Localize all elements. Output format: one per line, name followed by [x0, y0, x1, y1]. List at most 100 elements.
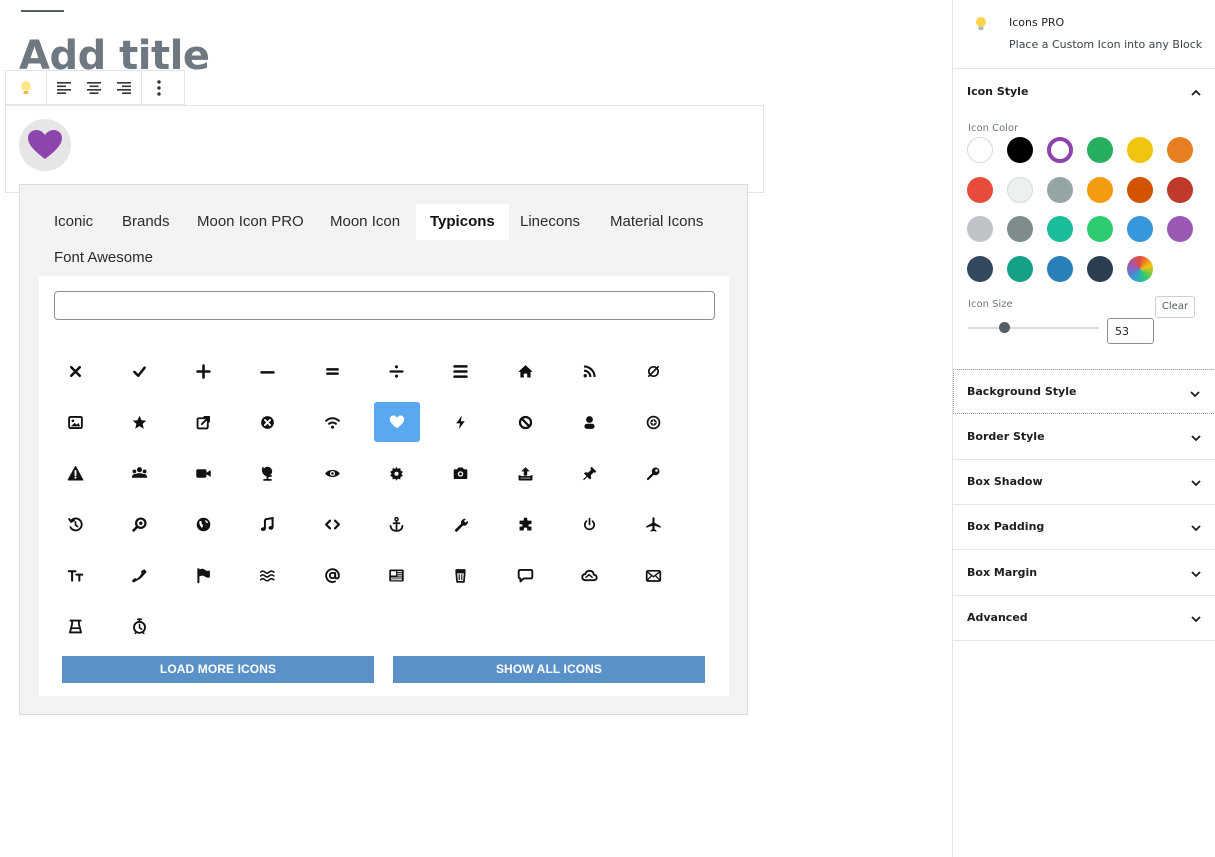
box-padding-panel[interactable]: Box Padding	[953, 504, 1215, 550]
cog-icon[interactable]	[374, 453, 420, 493]
plus-icon[interactable]	[181, 351, 227, 391]
anchor-icon[interactable]	[374, 504, 420, 544]
user-icon[interactable]	[566, 402, 612, 442]
code-icon[interactable]	[309, 504, 355, 544]
color-swatch[interactable]	[1167, 137, 1193, 163]
color-swatch[interactable]	[1007, 137, 1033, 163]
load-more-icons-button[interactable]: LOAD MORE ICONS	[62, 656, 374, 683]
stopwatch-icon[interactable]	[116, 606, 162, 646]
color-swatch[interactable]	[967, 176, 993, 203]
plane-icon[interactable]	[631, 504, 677, 544]
align-left-icon[interactable]	[49, 72, 79, 104]
icon-size-slider[interactable]	[968, 327, 1099, 329]
spanner-icon[interactable]	[438, 504, 484, 544]
color-swatch[interactable]	[1047, 255, 1073, 282]
align-center-icon[interactable]	[79, 72, 109, 104]
color-swatch[interactable]	[1127, 176, 1153, 203]
tab-moon-icon[interactable]: Moon Icon	[316, 204, 414, 240]
puzzle-icon[interactable]	[502, 504, 548, 544]
bulb-icon[interactable]	[6, 72, 46, 104]
align-right-icon[interactable]	[109, 72, 139, 104]
plus-circle-icon[interactable]	[631, 402, 677, 442]
custom-color-swatch[interactable]	[1127, 255, 1153, 282]
wifi-icon[interactable]	[309, 402, 355, 442]
color-swatch[interactable]	[1047, 216, 1073, 242]
color-swatch[interactable]	[1167, 216, 1193, 242]
color-swatch[interactable]	[1167, 176, 1193, 203]
tab-iconic[interactable]: Iconic	[40, 204, 107, 240]
times-icon[interactable]	[52, 351, 98, 391]
phone-icon[interactable]	[116, 555, 162, 595]
weather-cloudy-icon[interactable]	[566, 555, 612, 595]
text-size-icon[interactable]	[52, 555, 98, 595]
at-icon[interactable]	[309, 555, 355, 595]
color-swatch[interactable]	[1087, 176, 1113, 203]
eye-icon[interactable]	[309, 453, 355, 493]
tab-font-awesome[interactable]: Font Awesome	[40, 240, 167, 276]
preview-heart-icon[interactable]	[19, 119, 71, 171]
color-swatch[interactable]	[967, 216, 993, 242]
color-swatch[interactable]	[1047, 176, 1073, 203]
color-swatch[interactable]	[1007, 255, 1033, 282]
news-icon[interactable]	[374, 555, 420, 595]
color-swatch[interactable]	[1087, 137, 1113, 163]
waves-icon[interactable]	[245, 555, 291, 595]
camera-icon[interactable]	[438, 453, 484, 493]
more-options-icon[interactable]	[142, 72, 176, 104]
color-swatch[interactable]	[1087, 216, 1113, 242]
world-icon[interactable]	[181, 504, 227, 544]
trash-icon[interactable]	[438, 555, 484, 595]
tab-material-icons[interactable]: Material Icons	[596, 204, 717, 240]
minus-icon[interactable]	[245, 351, 291, 391]
color-swatch[interactable]	[1007, 216, 1033, 242]
music-icon[interactable]	[245, 504, 291, 544]
th-menu-icon[interactable]	[438, 351, 484, 391]
box-shadow-panel[interactable]: Box Shadow	[953, 459, 1215, 505]
cancel-icon[interactable]	[631, 351, 677, 391]
key-icon[interactable]	[631, 453, 677, 493]
flash-icon[interactable]	[438, 402, 484, 442]
warning-icon[interactable]	[52, 453, 98, 493]
equals-icon[interactable]	[309, 351, 355, 391]
mail-icon[interactable]	[631, 555, 677, 595]
tab-typicons[interactable]: Typicons	[416, 204, 509, 240]
border-style-panel[interactable]: Border Style	[953, 414, 1215, 460]
background-style-panel[interactable]: Background Style	[953, 369, 1215, 414]
divide-icon[interactable]	[374, 351, 420, 391]
group-icon[interactable]	[116, 453, 162, 493]
show-all-icons-button[interactable]: SHOW ALL ICONS	[393, 656, 705, 683]
color-swatch[interactable]	[967, 137, 993, 163]
export-icon[interactable]	[181, 402, 227, 442]
icon-style-toggle[interactable]: Icon Style	[953, 69, 1215, 113]
globe-icon[interactable]	[245, 453, 291, 493]
color-swatch-selected[interactable]	[1047, 137, 1073, 163]
icon-block[interactable]	[5, 105, 764, 193]
clear-size-button[interactable]: Clear	[1155, 296, 1195, 318]
home-icon[interactable]	[502, 351, 548, 391]
pin-icon[interactable]	[566, 453, 612, 493]
tick-icon[interactable]	[116, 351, 162, 391]
heart-icon[interactable]	[373, 402, 420, 442]
advanced-panel[interactable]: Advanced	[953, 595, 1215, 641]
upload-icon[interactable]	[502, 453, 548, 493]
history-icon[interactable]	[52, 504, 98, 544]
color-swatch[interactable]	[1127, 137, 1153, 163]
beaker-icon[interactable]	[52, 606, 98, 646]
power-icon[interactable]	[566, 504, 612, 544]
zoom-icon[interactable]	[116, 504, 162, 544]
color-swatch[interactable]	[1087, 255, 1113, 282]
tab-linecons[interactable]: Linecons	[506, 204, 594, 240]
color-swatch[interactable]	[1007, 176, 1033, 203]
star-icon[interactable]	[116, 402, 162, 442]
image-icon[interactable]	[52, 402, 98, 442]
tab-brands[interactable]: Brands	[108, 204, 184, 240]
box-margin-panel[interactable]: Box Margin	[953, 550, 1215, 596]
color-swatch[interactable]	[967, 255, 993, 282]
icon-size-input[interactable]: 53	[1107, 318, 1154, 344]
video-icon[interactable]	[181, 453, 227, 493]
flag-icon[interactable]	[181, 555, 227, 595]
tab-moon-icon-pro[interactable]: Moon Icon PRO	[183, 204, 318, 240]
block-icon[interactable]	[502, 402, 548, 442]
delete-icon[interactable]	[245, 402, 291, 442]
rss-icon[interactable]	[566, 351, 612, 391]
